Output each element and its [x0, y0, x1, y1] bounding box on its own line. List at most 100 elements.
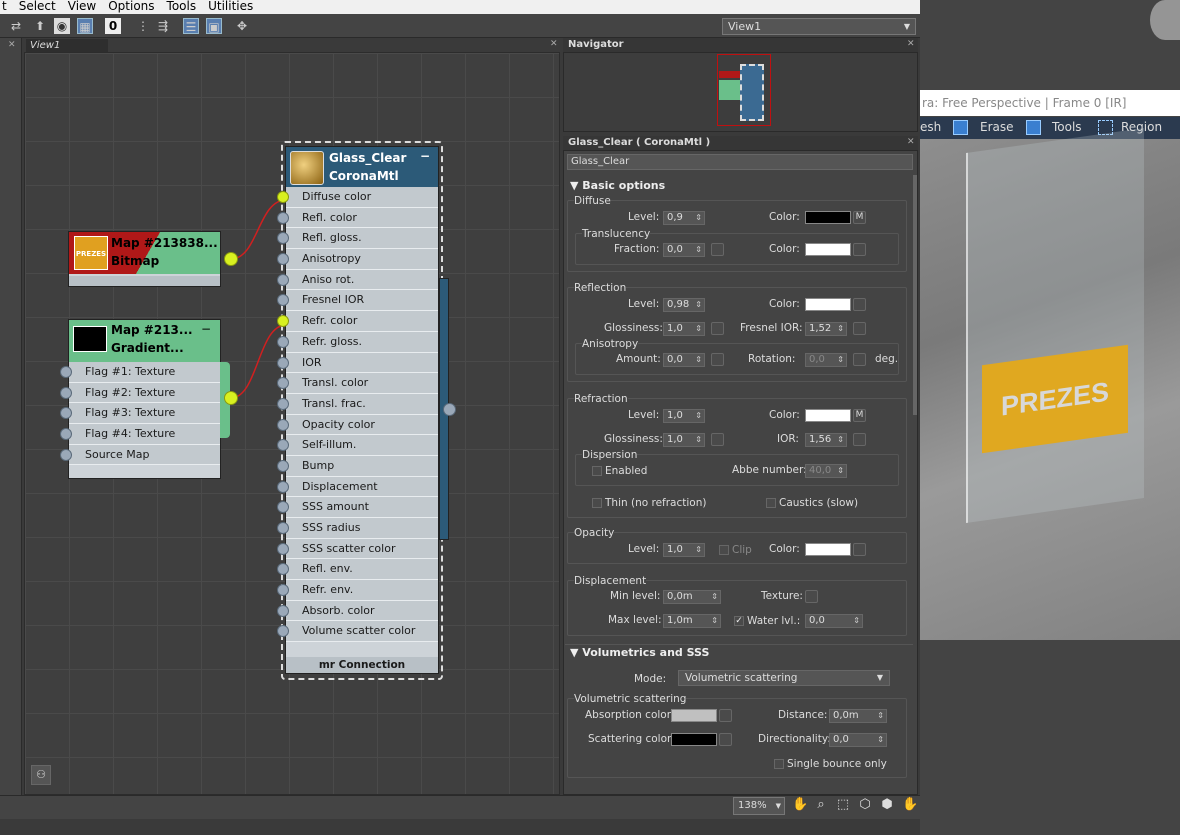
material-slot[interactable]: SSS amount: [277, 497, 438, 518]
refl-color-swatch[interactable]: [805, 298, 851, 311]
material-slot[interactable]: Refl. color: [277, 207, 438, 229]
vfb-tools-button[interactable]: Tools: [1052, 120, 1082, 134]
gradient-slot[interactable]: Flag #2: Texture: [60, 382, 220, 404]
material-name-field[interactable]: Glass_Clear: [567, 154, 913, 170]
rotation-spinner[interactable]: 0,0: [805, 353, 847, 367]
input-socket[interactable]: [277, 253, 289, 266]
input-socket[interactable]: [277, 563, 289, 576]
input-socket[interactable]: [60, 366, 72, 378]
fresnel-map-button[interactable]: [853, 322, 866, 335]
input-socket[interactable]: [277, 522, 289, 534]
refr-level-spinner[interactable]: 1,0: [663, 409, 705, 423]
input-socket[interactable]: [277, 315, 289, 328]
refl-gloss-map-button[interactable]: [711, 322, 724, 335]
fresnel-ior-spinner[interactable]: 1,52: [805, 322, 847, 336]
material-slot[interactable]: Displacement: [277, 476, 438, 498]
amount-spinner[interactable]: 0,0: [663, 353, 705, 367]
bitmap-node[interactable]: PREZES Map #213838... Bitmap: [68, 231, 221, 287]
bitmap-output-socket[interactable]: [224, 252, 238, 266]
material-slot[interactable]: Refl. gloss.: [277, 228, 438, 250]
binoculars-icon[interactable]: ⚇: [31, 765, 51, 785]
material-slot[interactable]: Refr. color: [277, 311, 438, 332]
gradient-slot[interactable]: Flag #3: Texture: [60, 403, 220, 425]
opacity-level-spinner[interactable]: 1,0: [663, 543, 705, 557]
material-slot[interactable]: Bump: [277, 455, 438, 477]
close-icon[interactable]: ✕: [907, 39, 915, 49]
dispersion-enabled-checkbox[interactable]: [592, 466, 602, 476]
input-socket[interactable]: [277, 191, 289, 203]
input-socket[interactable]: [60, 407, 72, 420]
gradient-node[interactable]: Map #213... Gradient... − Flag #1: Textu…: [60, 319, 230, 479]
material-slot[interactable]: Diffuse color: [277, 187, 438, 208]
input-socket[interactable]: [277, 397, 289, 410]
water-level-spinner[interactable]: 0,0: [805, 614, 863, 628]
input-socket[interactable]: [277, 542, 289, 555]
panel-scrollbar[interactable]: [913, 175, 917, 415]
abbe-spinner[interactable]: 40,0: [805, 464, 847, 478]
material-slot[interactable]: Volume scatter color: [277, 621, 438, 643]
zoom-icon[interactable]: ⌕: [813, 797, 829, 813]
input-socket[interactable]: [277, 459, 289, 472]
mode-dropdown[interactable]: Volumetric scattering ▼: [678, 670, 890, 686]
pan-icon[interactable]: ✋: [792, 797, 808, 813]
gradient-output-socket[interactable]: [224, 391, 238, 405]
input-socket[interactable]: [60, 448, 72, 461]
input-socket[interactable]: [277, 501, 289, 514]
input-socket[interactable]: [277, 294, 289, 307]
refr-map-button[interactable]: M: [853, 409, 866, 422]
max-level-spinner[interactable]: 1,0m: [663, 614, 721, 628]
opacity-map-button[interactable]: [853, 543, 866, 556]
material-slot[interactable]: Refr. env.: [277, 580, 438, 601]
gradient-slot[interactable]: Flag #4: Texture: [60, 424, 220, 445]
gear-icon[interactable]: [1026, 120, 1041, 135]
refr-gloss-map-button[interactable]: [711, 433, 724, 446]
input-socket[interactable]: [277, 377, 289, 390]
erase-icon[interactable]: [953, 120, 968, 135]
scattering-map-button[interactable]: [719, 733, 732, 746]
material-slot[interactable]: Self-illum.: [277, 435, 438, 456]
thin-checkbox[interactable]: [592, 498, 602, 508]
diffuse-map-button[interactable]: M: [853, 211, 866, 224]
input-socket[interactable]: [277, 480, 289, 493]
material-slot[interactable]: Anisotropy: [277, 249, 438, 270]
input-socket[interactable]: [277, 439, 289, 452]
diffuse-color-swatch[interactable]: [805, 211, 851, 224]
absorption-map-button[interactable]: [719, 709, 732, 722]
mr-connection[interactable]: mr Connection: [286, 657, 438, 673]
material-slot[interactable]: Refr. gloss.: [277, 331, 438, 353]
refl-level-spinner[interactable]: 0,98: [663, 298, 705, 312]
zoom-selected-icon[interactable]: ⬢: [879, 797, 895, 813]
fraction-map-button[interactable]: [711, 243, 724, 256]
material-slot[interactable]: Transl. frac.: [277, 393, 438, 415]
material-slot[interactable]: Refl. env.: [277, 559, 438, 581]
rollout-basic-options[interactable]: ▼ Basic options: [565, 178, 913, 194]
zoom-region-icon[interactable]: ⬚: [835, 797, 851, 813]
view-dropdown[interactable]: View1 ▼: [722, 18, 916, 35]
input-socket[interactable]: [277, 356, 289, 369]
directionality-spinner[interactable]: 0,0: [829, 733, 887, 747]
material-node[interactable]: Glass_Clear CoronaMtl − Diffuse color Ref…: [277, 146, 439, 674]
input-socket[interactable]: [60, 386, 72, 399]
input-socket[interactable]: [277, 418, 289, 431]
gradient-slot[interactable]: Source Map: [60, 444, 220, 466]
min-level-spinner[interactable]: 0,0m: [663, 590, 721, 604]
absorption-color-swatch[interactable]: [671, 709, 717, 722]
distance-spinner[interactable]: 0,0m: [829, 709, 887, 723]
input-socket[interactable]: [60, 428, 72, 441]
input-socket[interactable]: [277, 211, 289, 224]
clip-checkbox[interactable]: [719, 545, 729, 555]
water-level-checkbox[interactable]: ✓: [734, 616, 744, 626]
input-socket[interactable]: [277, 584, 289, 597]
scattering-color-swatch[interactable]: [671, 733, 717, 746]
texture-map-button[interactable]: [805, 590, 818, 603]
diffuse-level-spinner[interactable]: 0,9: [663, 211, 705, 225]
ior-spinner[interactable]: 1,56: [805, 433, 847, 447]
input-socket[interactable]: [277, 625, 289, 638]
collapse-icon[interactable]: −: [201, 322, 211, 336]
input-socket[interactable]: [277, 604, 289, 617]
refl-gloss-spinner[interactable]: 1,0: [663, 322, 705, 336]
material-slot[interactable]: Opacity color: [277, 414, 438, 436]
input-socket[interactable]: [277, 232, 289, 245]
material-slot[interactable]: Fresnel IOR: [277, 290, 438, 312]
refr-color-swatch[interactable]: [805, 409, 851, 422]
